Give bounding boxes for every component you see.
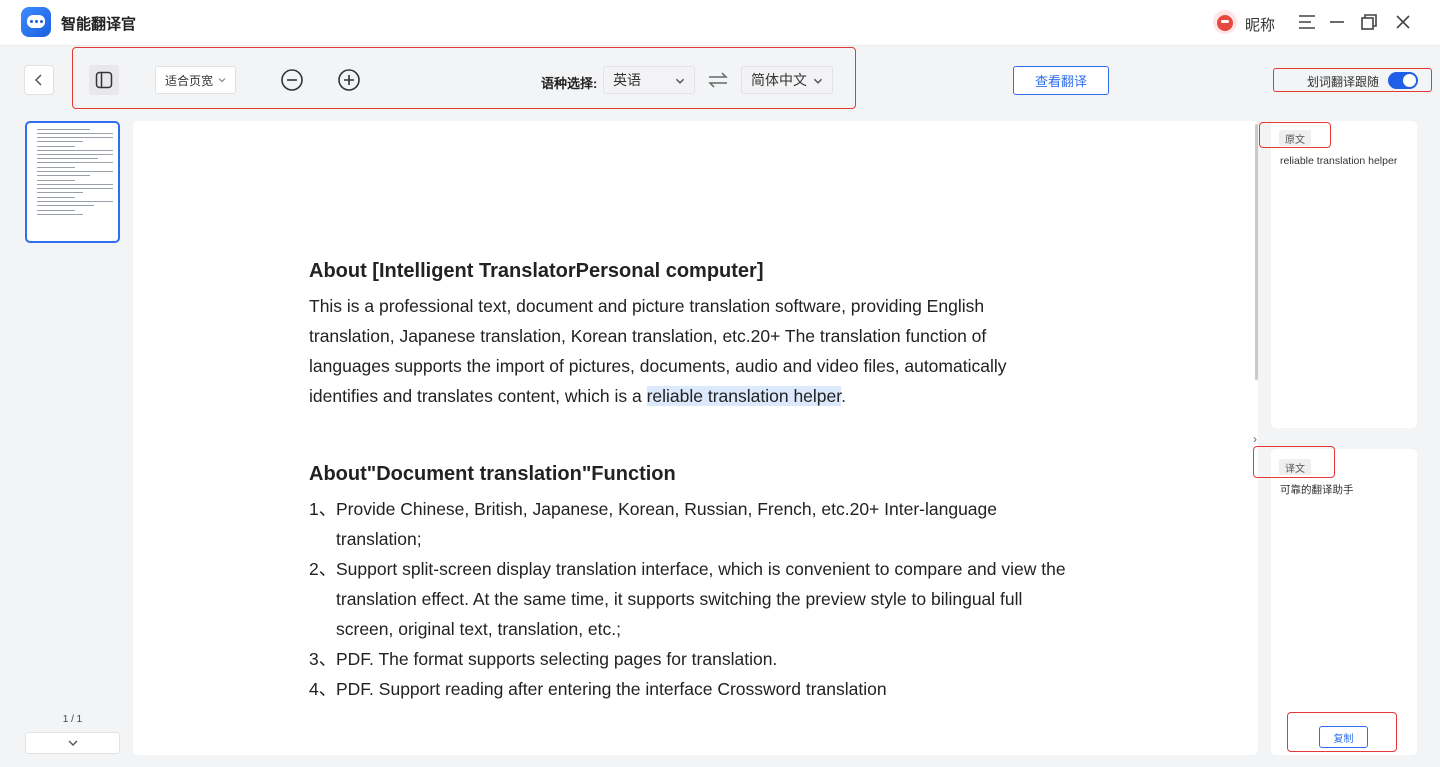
fit-mode-select[interactable]: 适合页宽 [155,66,236,94]
chevron-down-icon [675,78,685,84]
chevron-down-icon [68,740,77,746]
page-thumbnail[interactable] [25,121,120,243]
list-item: 2、 Support split-screen display translat… [309,554,1069,644]
view-translation-button[interactable]: 查看翻译 [1013,66,1109,95]
list-item: 4、 PDF. Support reading after entering t… [309,674,1069,704]
source-language-select[interactable]: 英语 [603,66,695,94]
paragraph-end: . [841,386,847,406]
source-language-value: 英语 [613,72,641,88]
thumbnail-preview [37,129,113,218]
list-text: Support split-screen display translation… [336,559,1066,639]
original-tag: 原文 [1279,130,1311,146]
sidebar-toggle-button[interactable] [89,65,119,95]
avatar[interactable] [1213,10,1237,34]
original-text: reliable translation helper [1280,155,1398,167]
user-nickname[interactable]: 昵称 [1245,14,1275,35]
document-viewer[interactable]: About [Intelligent TranslatorPersonal co… [133,121,1258,755]
follow-translation-toggle[interactable] [1388,72,1418,89]
zoom-in-button[interactable] [337,68,361,92]
target-language-select[interactable]: 简体中文 [741,66,833,94]
list-number: 3、 [309,649,337,669]
list-item: 1、 Provide Chinese, British, Japanese, K… [309,494,1069,554]
target-language-value: 简体中文 [751,72,807,88]
translation-text: 可靠的翻译助手 [1280,484,1354,496]
section-heading: About [Intelligent TranslatorPersonal co… [309,260,764,282]
selected-text[interactable]: reliable translation helper [646,386,842,406]
swap-language-icon[interactable] [706,69,730,91]
fit-mode-label: 适合页宽 [165,73,214,88]
page-indicator: 1 / 1 [62,714,83,725]
zoom-in-icon [338,69,360,91]
zoom-out-icon [281,69,303,91]
app-title: 智能翻译官 [61,16,137,33]
collapse-panel-icon[interactable]: › [1253,432,1257,446]
menu-icon[interactable] [1295,10,1319,34]
title-bar: 智能翻译官 昵称 [0,0,1440,46]
list-text: Provide Chinese, British, Japanese, Kore… [336,499,998,549]
chevron-down-icon [218,78,226,83]
list-number: 2、 [309,559,337,579]
app-logo-icon [21,7,51,37]
sidebar-icon [95,71,113,89]
section-paragraph[interactable]: This is a professional text, document an… [309,291,1069,411]
translation-tag: 译文 [1279,459,1311,475]
document-content: About [Intelligent TranslatorPersonal co… [309,257,1069,704]
original-text-panel [1271,121,1417,428]
list-number: 4、 [309,679,337,699]
zoom-out-button[interactable] [280,68,304,92]
document-scrollbar[interactable] [1255,124,1258,380]
page-down-button[interactable] [25,732,120,754]
list-item: 3、 PDF. The format supports selecting pa… [309,644,1069,674]
list-number: 1、 [309,499,337,519]
chevron-left-icon [34,74,42,86]
toolbar: 适合页宽 语种选择: 英语 简体中文 查看翻译 划词翻译跟随 [0,47,1440,109]
close-icon[interactable] [1391,10,1415,34]
list-text: PDF. Support reading after entering the … [336,679,887,699]
copy-button[interactable]: 复制 [1319,726,1368,748]
language-label: 语种选择: [541,76,598,91]
maximize-icon[interactable] [1357,10,1381,34]
follow-translation-label: 划词翻译跟随 [1307,75,1380,89]
back-button[interactable] [24,65,54,95]
list-text: PDF. The format supports selecting pages… [336,649,778,669]
chevron-down-icon [813,78,823,84]
section-heading: About"Document translation"Function [309,463,676,485]
minimize-icon[interactable] [1325,10,1349,34]
